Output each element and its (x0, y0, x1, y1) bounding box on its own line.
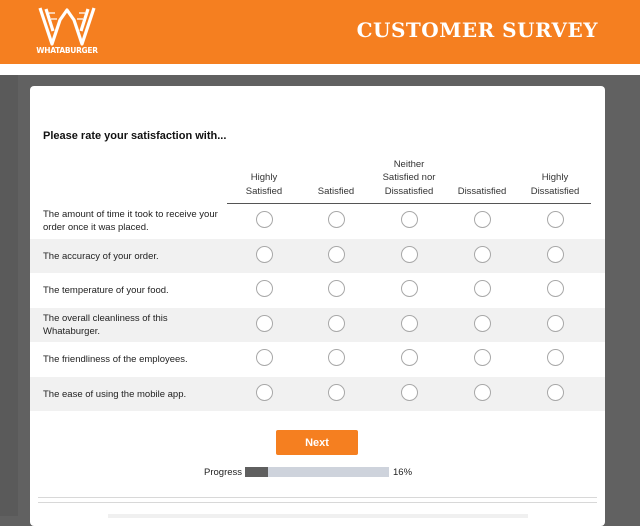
question-label: The temperature of your food. (43, 284, 169, 296)
rating-radio[interactable] (255, 384, 273, 401)
scale-column-header: Satisfied (317, 185, 355, 197)
question-row: The overall cleanliness of this Whatabur… (30, 308, 605, 342)
rating-radio[interactable] (546, 384, 564, 401)
survey-card: Please rate your satisfaction with... Hi… (30, 86, 605, 526)
rating-radio[interactable] (400, 280, 418, 297)
question-label: The friendliness of the employees. (43, 353, 188, 365)
whataburger-logo: WHATABURGER (36, 4, 98, 60)
next-button[interactable]: Next (276, 430, 358, 455)
brand-wordmark: WHATABURGER (36, 46, 98, 55)
progress-label: Progress (204, 467, 243, 478)
question-row: The ease of using the mobile app. (30, 377, 605, 411)
scale-column-header: Highly Satisfied (245, 172, 283, 197)
rating-radio[interactable] (400, 384, 418, 401)
rating-radio[interactable] (473, 246, 491, 263)
survey-prompt: Please rate your satisfaction with... (43, 130, 227, 142)
page-gutter (0, 75, 18, 516)
rating-radio[interactable] (473, 349, 491, 366)
rating-radio[interactable] (473, 384, 491, 401)
rating-radio[interactable] (255, 315, 273, 332)
question-label: The overall cleanliness of this Whatabur… (43, 313, 168, 337)
footer-divider (38, 502, 597, 503)
scale-column-header: Neither Satisfied nor Dissatisfied (382, 158, 436, 197)
rating-radio[interactable] (400, 211, 418, 228)
rating-radio[interactable] (327, 349, 345, 366)
footer-bar (108, 514, 528, 518)
rating-radio[interactable] (473, 315, 491, 332)
rating-radio[interactable] (546, 349, 564, 366)
rating-radio[interactable] (546, 246, 564, 263)
progress-percent: 16% (393, 467, 413, 478)
question-label: The accuracy of your order. (43, 250, 159, 262)
question-label: The amount of time it took to receive yo… (43, 209, 218, 233)
rating-radio[interactable] (255, 349, 273, 366)
rating-radio[interactable] (327, 315, 345, 332)
rating-radio[interactable] (327, 211, 345, 228)
rating-radio[interactable] (400, 315, 418, 332)
rating-radio[interactable] (327, 246, 345, 263)
rating-radio[interactable] (400, 349, 418, 366)
progress-bar (245, 467, 389, 477)
rating-radio[interactable] (255, 211, 273, 228)
progress-bar-fill (245, 467, 269, 477)
rating-radio[interactable] (255, 280, 273, 297)
question-label: The ease of using the mobile app. (43, 388, 187, 400)
rating-radio[interactable] (473, 280, 491, 297)
question-row: The friendliness of the employees. (30, 342, 605, 376)
rating-radio[interactable] (327, 384, 345, 401)
page-title: CUSTOMER SURVEY (356, 18, 598, 42)
footer-divider (38, 497, 597, 498)
scale-column-header: Highly Dissatisfied (530, 172, 580, 197)
rating-radio[interactable] (327, 280, 345, 297)
rating-radio[interactable] (546, 280, 564, 297)
question-row: The accuracy of your order. (30, 239, 605, 273)
whataburger-w-icon (38, 7, 96, 46)
header-divider (0, 64, 640, 75)
rating-radio[interactable] (546, 211, 564, 228)
rating-radio[interactable] (546, 315, 564, 332)
rating-radio[interactable] (255, 246, 273, 263)
site-header: WHATABURGER CUSTOMER SURVEY (0, 0, 640, 64)
rating-radio[interactable] (473, 211, 491, 228)
question-row: The amount of time it took to receive yo… (30, 204, 605, 238)
scale-column-header: Dissatisfied (457, 185, 507, 197)
question-row: The temperature of your food. (30, 273, 605, 307)
rating-radio[interactable] (400, 246, 418, 263)
